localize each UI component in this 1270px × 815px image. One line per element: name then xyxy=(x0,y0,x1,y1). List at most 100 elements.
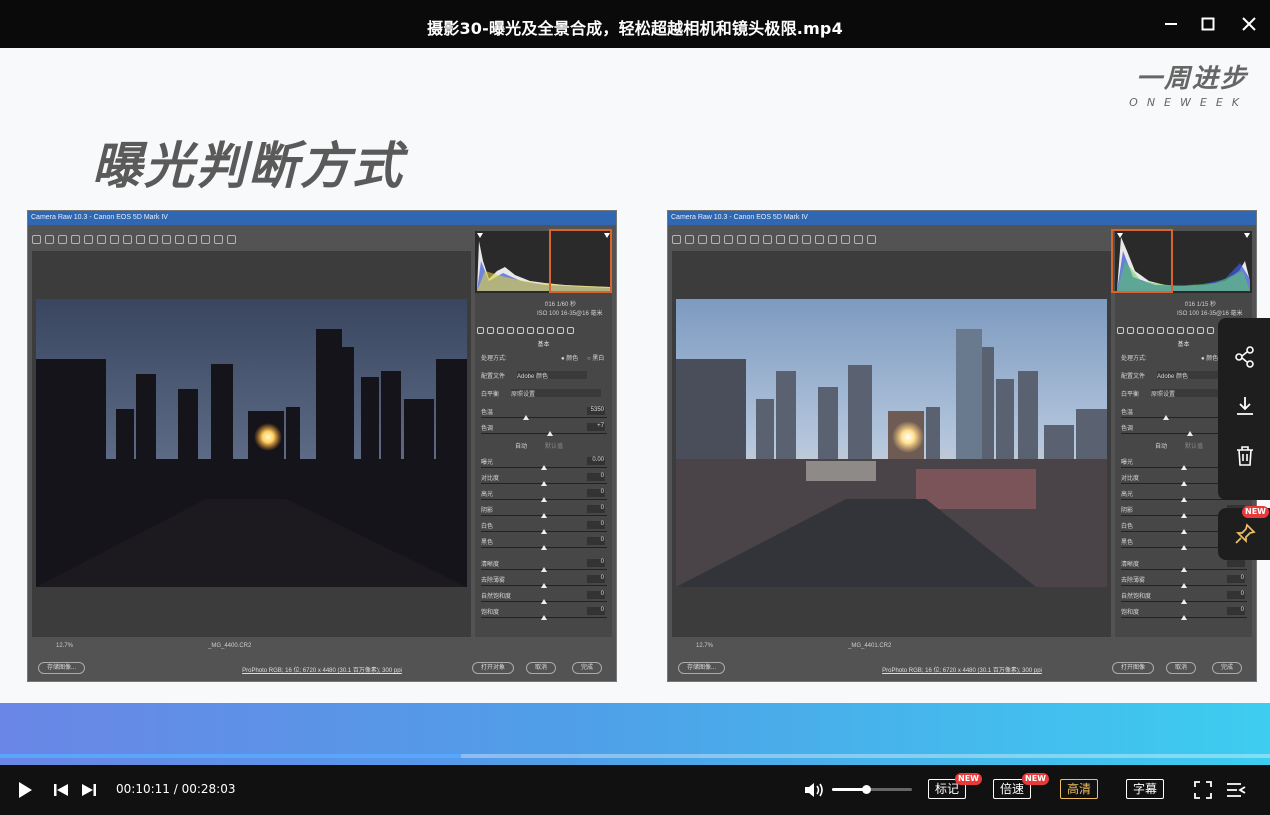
cancel-button[interactable]: 取消 xyxy=(1166,662,1197,674)
tab-snapshots-icon[interactable] xyxy=(1207,327,1214,334)
video-frame[interactable]: 一周进步 ONEWEEK 曝光判断方式 Camera Raw 10.3 - Ca… xyxy=(0,48,1270,765)
tab-lens-icon[interactable] xyxy=(527,327,534,334)
slider-value[interactable]: 0 xyxy=(587,489,605,497)
tab-split-icon[interactable] xyxy=(1157,327,1164,334)
auto-link[interactable]: 自动 xyxy=(1155,441,1167,450)
slider-value[interactable]: 0 xyxy=(1227,575,1245,583)
volume-knob[interactable] xyxy=(861,785,871,794)
slider-knob[interactable] xyxy=(1181,599,1187,604)
profile-select[interactable]: Adobe 颜色 xyxy=(1157,371,1227,380)
target-adjust-icon xyxy=(84,234,93,244)
tab-calib-icon[interactable] xyxy=(1187,327,1194,334)
tab-presets-icon[interactable] xyxy=(1197,327,1204,334)
zoom-level[interactable]: 12.7% xyxy=(696,643,713,649)
close-button[interactable] xyxy=(1235,10,1263,38)
slider-knob[interactable] xyxy=(541,513,547,518)
zoom-level[interactable]: 12.7% xyxy=(56,643,73,649)
tab-curve-icon[interactable] xyxy=(487,327,494,334)
tab-curve-icon[interactable] xyxy=(1127,327,1134,334)
open-object-button[interactable]: 打开对象 xyxy=(472,662,515,674)
download-button[interactable] xyxy=(1232,393,1258,419)
slider-knob[interactable] xyxy=(1181,545,1187,550)
slider-value[interactable]: +7 xyxy=(587,423,605,431)
volume-slider[interactable] xyxy=(832,785,912,794)
slider-value[interactable]: 0 xyxy=(587,537,605,545)
slider-knob[interactable] xyxy=(541,567,547,572)
slider-track[interactable] xyxy=(481,433,607,434)
slider-knob[interactable] xyxy=(541,481,547,486)
done-button[interactable]: 完成 xyxy=(572,662,603,674)
slider-knob[interactable] xyxy=(1181,615,1187,620)
slider-knob[interactable] xyxy=(541,545,547,550)
tab-basic-icon[interactable] xyxy=(1117,327,1124,334)
auto-link[interactable]: 自动 xyxy=(515,441,527,450)
treatment-color[interactable]: ● 颜色 xyxy=(561,353,578,362)
maximize-button[interactable] xyxy=(1194,10,1222,38)
slider-knob[interactable] xyxy=(1181,567,1187,572)
slider-knob[interactable] xyxy=(1181,529,1187,534)
slider-value[interactable]: 0 xyxy=(587,521,605,529)
tab-calib-icon[interactable] xyxy=(547,327,554,334)
slider-knob[interactable] xyxy=(1181,583,1187,588)
slider-value[interactable]: 0 xyxy=(587,575,605,583)
slider-knob[interactable] xyxy=(1181,481,1187,486)
slider-knob[interactable] xyxy=(541,497,547,502)
slider-track[interactable] xyxy=(481,417,607,418)
treatment-color[interactable]: ● 颜色 xyxy=(1201,353,1218,362)
pin-button[interactable] xyxy=(1232,521,1258,547)
wb-select[interactable]: 原照设置 xyxy=(511,389,601,398)
tab-effects-icon[interactable] xyxy=(1177,327,1184,334)
fullscreen-button[interactable] xyxy=(1193,777,1213,803)
slider-knob[interactable] xyxy=(1163,415,1169,420)
slider-value[interactable]: 0 xyxy=(587,505,605,513)
slider-knob[interactable] xyxy=(1181,513,1187,518)
slider-value[interactable]: 0 xyxy=(587,559,605,567)
treatment-bw[interactable]: ○ 黑白 xyxy=(587,353,604,362)
previous-button[interactable] xyxy=(52,777,70,803)
share-button[interactable] xyxy=(1232,344,1258,370)
tab-presets-icon[interactable] xyxy=(557,327,564,334)
slider-value[interactable]: 0 xyxy=(587,607,605,615)
cancel-button[interactable]: 取消 xyxy=(526,662,557,674)
slider-value[interactable] xyxy=(1227,559,1245,567)
slider-value[interactable]: 0 xyxy=(587,473,605,481)
tab-hsl-icon[interactable] xyxy=(507,327,514,334)
slider-knob[interactable] xyxy=(1181,497,1187,502)
default-link[interactable]: 默认值 xyxy=(1185,441,1203,450)
delete-button[interactable] xyxy=(1232,443,1258,469)
tab-basic-icon[interactable] xyxy=(477,327,484,334)
slider-knob[interactable] xyxy=(541,465,547,470)
slider-knob[interactable] xyxy=(541,615,547,620)
subtitle-button[interactable]: 字幕 xyxy=(1126,779,1165,799)
tab-effects-icon[interactable] xyxy=(537,327,544,334)
slider-knob[interactable] xyxy=(1187,431,1193,436)
play-button[interactable] xyxy=(14,777,36,803)
default-link[interactable]: 默认值 xyxy=(545,441,563,450)
tab-snapshots-icon[interactable] xyxy=(567,327,574,334)
slider-value[interactable]: 5350 xyxy=(587,407,605,415)
minimize-button[interactable] xyxy=(1157,10,1185,38)
open-image-button[interactable]: 打开图像 xyxy=(1112,662,1155,674)
tab-split-icon[interactable] xyxy=(517,327,524,334)
tab-detail-icon[interactable] xyxy=(497,327,504,334)
tab-lens-icon[interactable] xyxy=(1167,327,1174,334)
slider-knob[interactable] xyxy=(523,415,529,420)
tab-hsl-icon[interactable] xyxy=(1147,327,1154,334)
done-button[interactable]: 完成 xyxy=(1212,662,1243,674)
slider-value[interactable]: 0 xyxy=(587,591,605,599)
tab-detail-icon[interactable] xyxy=(1137,327,1144,334)
slider-value[interactable]: 0 xyxy=(1227,591,1245,599)
quality-button[interactable]: 高清 xyxy=(1060,779,1099,799)
slider-knob[interactable] xyxy=(547,431,553,436)
volume-button[interactable] xyxy=(804,777,826,803)
slider-knob[interactable] xyxy=(541,583,547,588)
slider-knob[interactable] xyxy=(541,529,547,534)
slider-knob[interactable] xyxy=(1181,465,1187,470)
slider-knob[interactable] xyxy=(541,599,547,604)
video-progress-bar[interactable] xyxy=(0,754,1270,758)
profile-select[interactable]: Adobe 颜色 xyxy=(517,371,587,380)
playlist-button[interactable] xyxy=(1226,777,1246,803)
slider-value[interactable]: 0.00 xyxy=(587,457,605,465)
next-button[interactable] xyxy=(80,777,98,803)
slider-value[interactable]: 0 xyxy=(1227,607,1245,615)
